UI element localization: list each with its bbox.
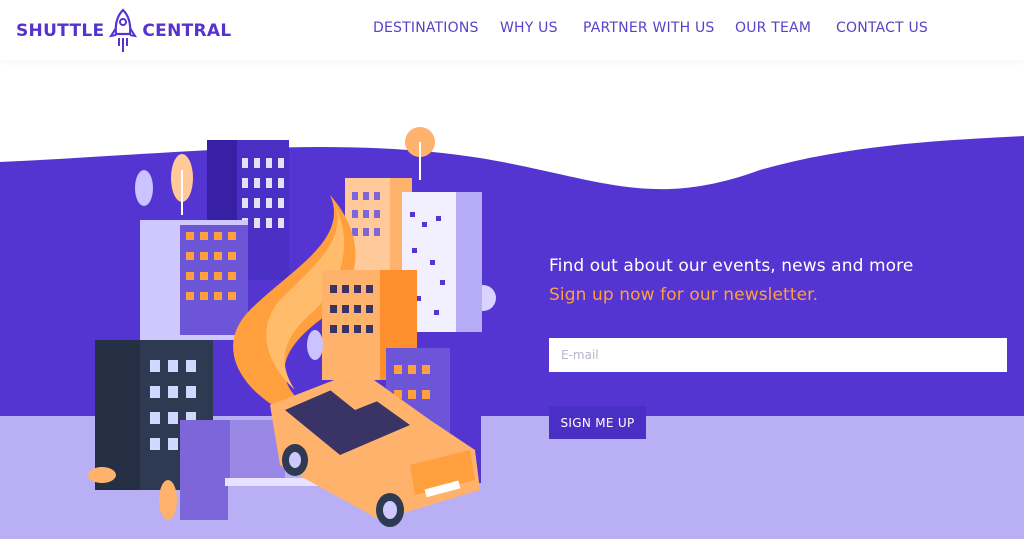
newsletter-subheading: Sign up now for our newsletter. [549, 285, 819, 305]
nav-item-why-us[interactable]: WHY US [500, 20, 558, 36]
nav-item-our-team[interactable]: OUR TEAM [735, 20, 811, 36]
newsletter-heading: Find out about our events, news and more [549, 256, 914, 276]
sign-me-up-button[interactable]: SIGN ME UP [549, 406, 646, 439]
email-input[interactable] [549, 338, 1007, 372]
newsletter-section: Find out about our events, news and more… [549, 256, 1009, 439]
site-header: SHUTTLE CENTRAL DESTINATIONS WHY US PART… [0, 0, 1024, 60]
nav-item-destinations[interactable]: DESTINATIONS [373, 20, 479, 36]
nav-item-partner-with-us[interactable]: PARTNER WITH US [583, 20, 715, 36]
city-illustration [88, 127, 496, 527]
nav-item-contact-us[interactable]: CONTACT US [836, 20, 928, 36]
main-nav: DESTINATIONS WHY US PARTNER WITH US OUR … [0, 20, 1024, 40]
